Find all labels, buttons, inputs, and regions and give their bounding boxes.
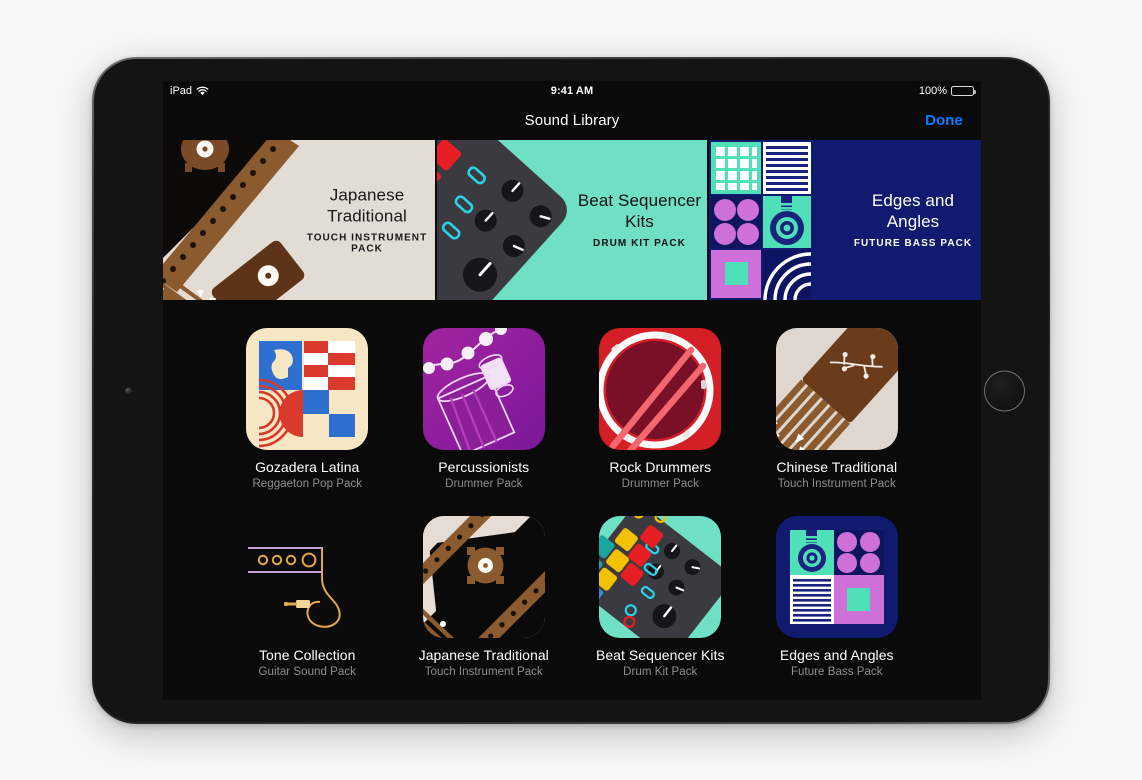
device-label: iPad <box>170 84 193 97</box>
status-bar-left: iPad <box>170 85 209 97</box>
banner-subtitle: TOUCH INSTRUMENT PACK <box>306 232 428 255</box>
pack-subtitle: Drummer Pack <box>445 478 523 491</box>
pack-artwork-rock-drummers <box>599 328 722 450</box>
pack-title: Percussionists <box>438 459 530 475</box>
pack-subtitle: Touch Instrument Pack <box>777 478 896 491</box>
banner-title-line2: Kits <box>625 211 654 231</box>
pack-title: Edges and Angles <box>779 647 894 664</box>
pack-item-percussionists[interactable]: Percussionists Drummer Pack <box>409 328 559 490</box>
pack-item-edges-and-angles[interactable]: Edges and Angles Future Bass Pack <box>762 516 912 678</box>
banner-subtitle: FUTURE BASS PACK <box>853 238 973 250</box>
pack-artwork-beat-sequencer-kits <box>599 516 722 639</box>
banner-title-line1: Japanese <box>329 185 405 205</box>
banner-title-line1: Edges and <box>871 190 955 210</box>
banner-japanese-traditional[interactable]: Japanese Traditional TOUCH INSTRUMENT PA… <box>163 140 435 300</box>
pack-subtitle: Reggaeton Pop Pack <box>252 478 363 491</box>
pack-title: Tone Collection <box>259 647 356 664</box>
pack-artwork-tone-collection <box>246 516 369 639</box>
pack-subtitle: Drummer Pack <box>621 478 699 491</box>
banner-title-line1: Beat Sequencer <box>577 190 702 210</box>
pack-item-tone-collection[interactable]: Tone Collection Guitar Sound Pack <box>232 516 382 678</box>
status-bar-time: 9:41 AM <box>550 84 594 97</box>
pack-item-gozadera-latina[interactable]: Gozadera Latina Reggaeton Pop Pack <box>232 328 382 490</box>
front-camera <box>125 387 132 394</box>
pack-item-beat-sequencer-kits[interactable]: Beat Sequencer Kits Drum Kit Pack <box>585 516 735 678</box>
pack-subtitle: Touch Instrument Pack <box>424 666 543 679</box>
banner-edges-and-angles[interactable]: Edges and Angles FUTURE BASS PACK <box>709 140 981 300</box>
ipad-screen: iPad 9:41 AM 100% Sound Library Done Jap… <box>163 81 981 700</box>
pack-artwork-chinese-traditional <box>775 328 898 450</box>
pack-title: Gozadera Latina <box>255 459 360 475</box>
sound-pack-grid: Gozadera Latina Reggaeton Pop Pack Percu… <box>163 300 981 679</box>
ipad-bezel: iPad 9:41 AM 100% Sound Library Done Jap… <box>94 59 1048 722</box>
battery-percent-label: 100% <box>918 84 947 97</box>
pack-subtitle: Guitar Sound Pack <box>258 666 356 679</box>
pack-title: Rock Drummers <box>609 459 712 475</box>
banner-title-line2: Angles <box>886 211 940 231</box>
status-bar: iPad 9:41 AM 100% <box>163 81 981 100</box>
pack-item-rock-drummers[interactable]: Rock Drummers Drummer Pack <box>585 328 735 490</box>
wifi-icon <box>196 86 209 96</box>
banner-beat-sequencer-kits-text: Beat Sequencer Kits DRUM KIT PACK <box>572 191 707 249</box>
pack-artwork-percussionists <box>422 328 545 450</box>
featured-banner-strip: Japanese Traditional TOUCH INSTRUMENT PA… <box>163 140 981 300</box>
pack-title: Japanese Traditional <box>418 647 549 664</box>
pack-item-chinese-traditional[interactable]: Chinese Traditional Touch Instrument Pac… <box>762 328 912 490</box>
pack-title: Chinese Traditional <box>776 459 898 475</box>
banner-title-line2: Traditional <box>327 206 407 225</box>
pack-subtitle: Future Bass Pack <box>790 666 883 679</box>
pack-title: Beat Sequencer Kits <box>595 647 725 664</box>
banner-subtitle: DRUM KIT PACK <box>593 238 686 250</box>
home-button[interactable] <box>984 370 1025 411</box>
banner-beat-sequencer-kits[interactable]: Beat Sequencer Kits DRUM KIT PACK <box>437 140 707 300</box>
banner-japanese-traditional-text: Japanese Traditional TOUCH INSTRUMENT PA… <box>299 185 435 254</box>
battery-full-icon <box>951 85 976 96</box>
pack-subtitle: Drum Kit Pack <box>623 666 698 679</box>
ipad-device: iPad 9:41 AM 100% Sound Library Done Jap… <box>92 57 1050 724</box>
pack-artwork-japanese-traditional <box>422 516 545 639</box>
status-bar-right: 100% <box>918 84 976 97</box>
pack-artwork-gozadera-latina <box>246 328 369 450</box>
page-title: Sound Library <box>524 111 620 129</box>
banner-edges-and-angles-text: Edges and Angles FUTURE BASS PACK <box>845 191 981 249</box>
pack-item-japanese-traditional[interactable]: Japanese Traditional Touch Instrument Pa… <box>409 516 559 678</box>
navigation-bar: Sound Library Done <box>163 100 981 140</box>
pack-artwork-edges-and-angles <box>775 516 898 639</box>
